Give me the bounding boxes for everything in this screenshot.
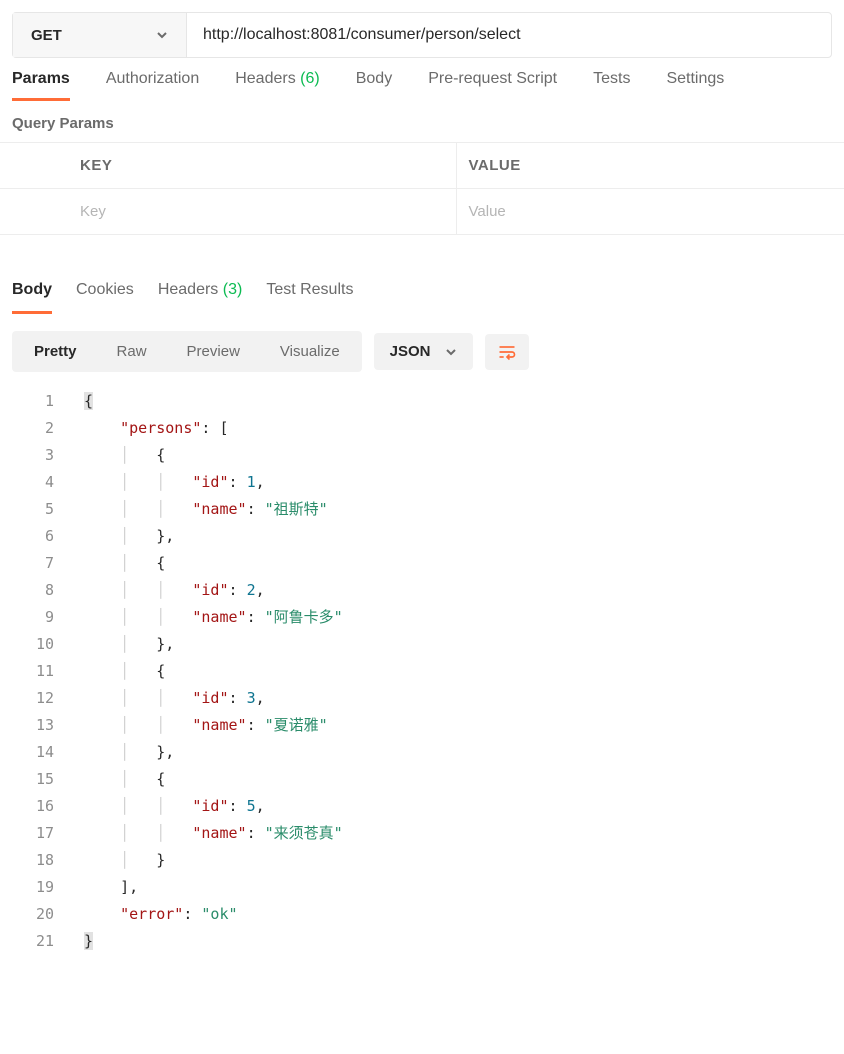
params-header-row: KEY VALUE [0, 143, 844, 189]
resp-tab-headers-count: (3) [223, 281, 243, 298]
method-value: GET [31, 27, 62, 44]
params-table: KEY VALUE Key Value [0, 142, 844, 235]
view-raw-button[interactable]: Raw [97, 333, 167, 370]
tab-headers-label: Headers [235, 70, 295, 87]
method-select[interactable]: GET [13, 13, 187, 57]
params-key-header: KEY [68, 143, 457, 188]
view-mode-group: Pretty Raw Preview Visualize [12, 331, 362, 372]
tab-pre-request[interactable]: Pre-request Script [428, 70, 557, 101]
resp-tab-cookies[interactable]: Cookies [76, 281, 134, 314]
resp-tab-headers[interactable]: Headers (3) [158, 281, 243, 314]
tab-headers[interactable]: Headers (6) [235, 70, 320, 101]
response-section: Body Cookies Headers (3) Test Results Pr… [0, 281, 844, 975]
format-value: JSON [390, 343, 431, 360]
chevron-down-icon [445, 346, 457, 358]
params-checkbox-cell[interactable] [0, 189, 68, 234]
response-body-viewer[interactable]: 123456789101112131415161718192021 { "per… [0, 382, 844, 975]
tab-body[interactable]: Body [356, 70, 392, 101]
code-lines: { "persons": [ │ { │ │ "id": 1, │ │ "nam… [66, 388, 343, 955]
resp-tab-body[interactable]: Body [12, 281, 52, 314]
wrap-icon [497, 342, 517, 362]
format-select[interactable]: JSON [374, 333, 473, 370]
tab-headers-count: (6) [300, 70, 320, 87]
line-numbers-gutter: 123456789101112131415161718192021 [0, 388, 66, 955]
tab-params[interactable]: Params [12, 70, 70, 101]
view-preview-button[interactable]: Preview [167, 333, 260, 370]
response-tabs: Body Cookies Headers (3) Test Results [0, 281, 844, 315]
resp-tab-headers-label: Headers [158, 281, 218, 298]
view-controls: Pretty Raw Preview Visualize JSON [0, 315, 844, 382]
url-input[interactable] [187, 13, 831, 57]
params-key-input[interactable]: Key [68, 189, 457, 234]
tab-authorization[interactable]: Authorization [106, 70, 199, 101]
view-pretty-button[interactable]: Pretty [14, 333, 97, 370]
request-tabs: Params Authorization Headers (6) Body Pr… [0, 70, 844, 101]
chevron-down-icon [156, 29, 168, 41]
request-bar: GET [12, 12, 832, 58]
resp-tab-test-results[interactable]: Test Results [266, 281, 353, 314]
view-visualize-button[interactable]: Visualize [260, 333, 360, 370]
query-params-title: Query Params [0, 101, 844, 142]
tab-settings[interactable]: Settings [666, 70, 724, 101]
wrap-lines-button[interactable] [485, 334, 529, 370]
params-value-header: VALUE [457, 143, 844, 188]
params-value-input[interactable]: Value [457, 189, 844, 234]
params-checkbox-header [0, 143, 68, 188]
params-input-row: Key Value [0, 189, 844, 234]
tab-tests[interactable]: Tests [593, 70, 630, 101]
